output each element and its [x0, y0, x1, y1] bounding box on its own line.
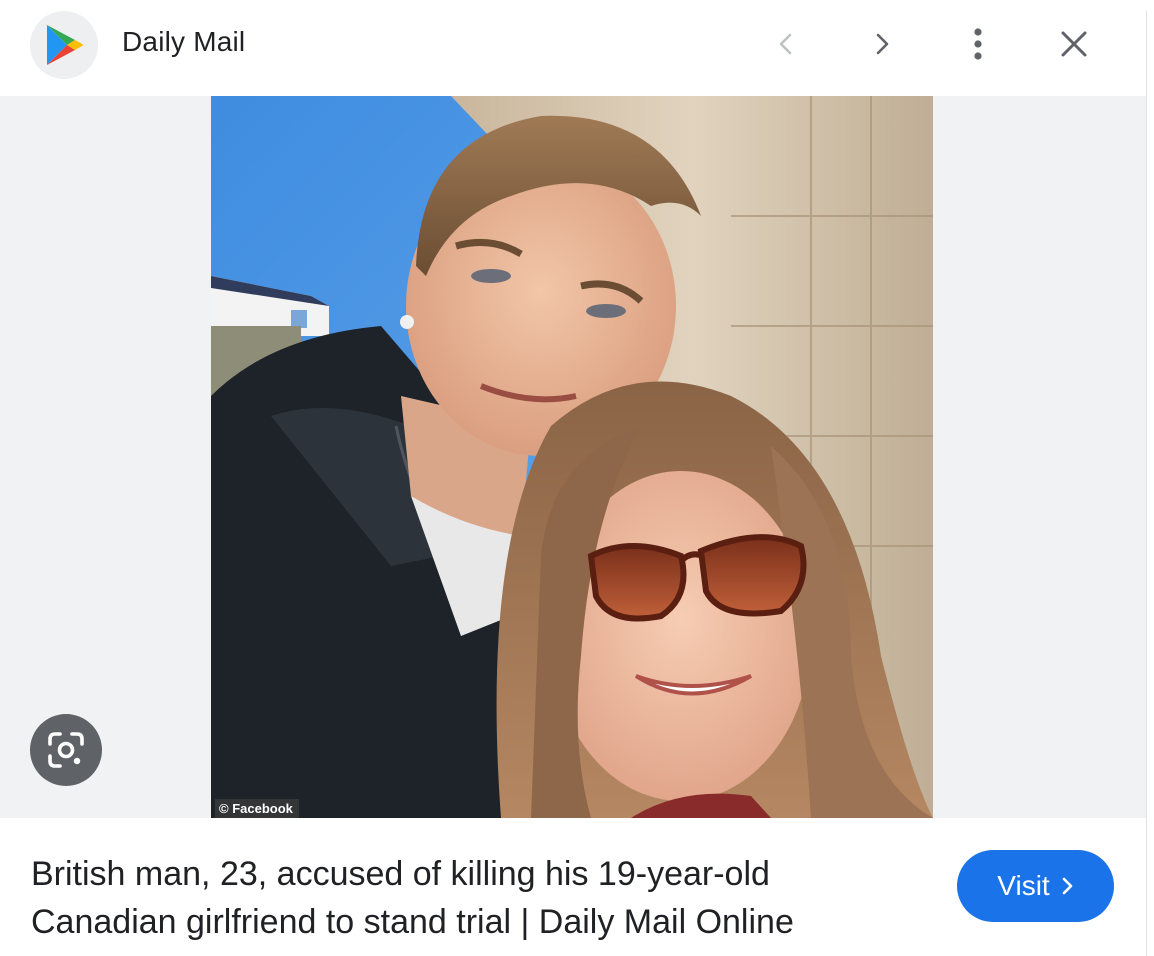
google-play-icon — [47, 25, 83, 65]
image-viewer-panel: Daily Mail © Facebook British man, 23, a… — [0, 0, 1147, 956]
result-title-line-2: Canadian girlfriend to stand trial | Dai… — [31, 903, 794, 941]
source-name[interactable]: Daily Mail — [122, 26, 245, 58]
close-icon — [1061, 31, 1087, 57]
google-lens-icon — [48, 732, 84, 768]
visit-label: Visit — [997, 870, 1050, 901]
preview-image[interactable]: © Facebook — [211, 96, 933, 818]
chevron-right-icon — [1062, 877, 1072, 895]
result-info: British man, 23, accused of killing his … — [0, 818, 1146, 956]
visit-button[interactable]: Visit — [957, 850, 1114, 922]
chevron-right-icon — [876, 33, 889, 55]
more-options-button[interactable] — [954, 20, 1002, 68]
google-lens-button[interactable] — [30, 714, 102, 786]
close-button[interactable] — [1050, 20, 1098, 68]
result-title[interactable]: British man, 23, accused of killing his … — [31, 850, 911, 946]
image-preview-area: © Facebook — [0, 96, 1146, 818]
source-favicon[interactable] — [30, 11, 98, 79]
more-vert-icon — [974, 28, 982, 60]
photo-credit: © Facebook — [215, 799, 299, 818]
chevron-left-icon — [779, 33, 792, 55]
viewer-header: Daily Mail — [0, 0, 1146, 96]
result-title-line-1: British man, 23, accused of killing his … — [31, 855, 770, 893]
couple-selfie-photo — [211, 96, 933, 818]
next-button[interactable] — [858, 20, 906, 68]
previous-button[interactable] — [762, 20, 810, 68]
